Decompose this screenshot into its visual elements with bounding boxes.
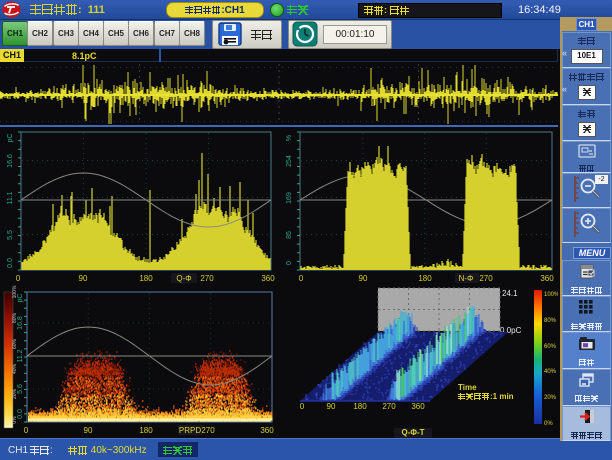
svg-text:360: 360: [260, 426, 274, 435]
svg-text:5.6: 5.6: [17, 384, 24, 394]
svg-text:0%: 0%: [544, 421, 553, 427]
svg-text:90: 90: [327, 402, 336, 411]
svg-text:100%: 100%: [544, 292, 558, 298]
svg-text:180: 180: [353, 402, 367, 411]
svg-text:16.8: 16.8: [17, 316, 24, 330]
svg-text:60%: 60%: [544, 344, 557, 350]
svg-text:90: 90: [84, 426, 93, 435]
svg-text:80%: 80%: [544, 318, 557, 324]
svg-text:PRPD: PRPD: [179, 426, 201, 435]
svg-text:0: 0: [300, 402, 305, 411]
svg-text:11.2: 11.2: [17, 349, 24, 362]
svg-text:0.0: 0.0: [17, 409, 24, 419]
svg-text:270: 270: [201, 426, 215, 435]
svg-text:360: 360: [411, 402, 425, 411]
svg-text:60%: 60%: [12, 338, 18, 349]
svg-text:pC: pC: [17, 294, 24, 303]
svg-text:24.1: 24.1: [502, 289, 518, 298]
svg-text:40%: 40%: [12, 363, 18, 374]
svg-text:270: 270: [382, 402, 396, 411]
svg-text:40%: 40%: [544, 369, 557, 375]
svg-text:20%: 20%: [544, 395, 557, 401]
svg-text:180: 180: [139, 426, 153, 435]
svg-text:0: 0: [24, 426, 29, 435]
